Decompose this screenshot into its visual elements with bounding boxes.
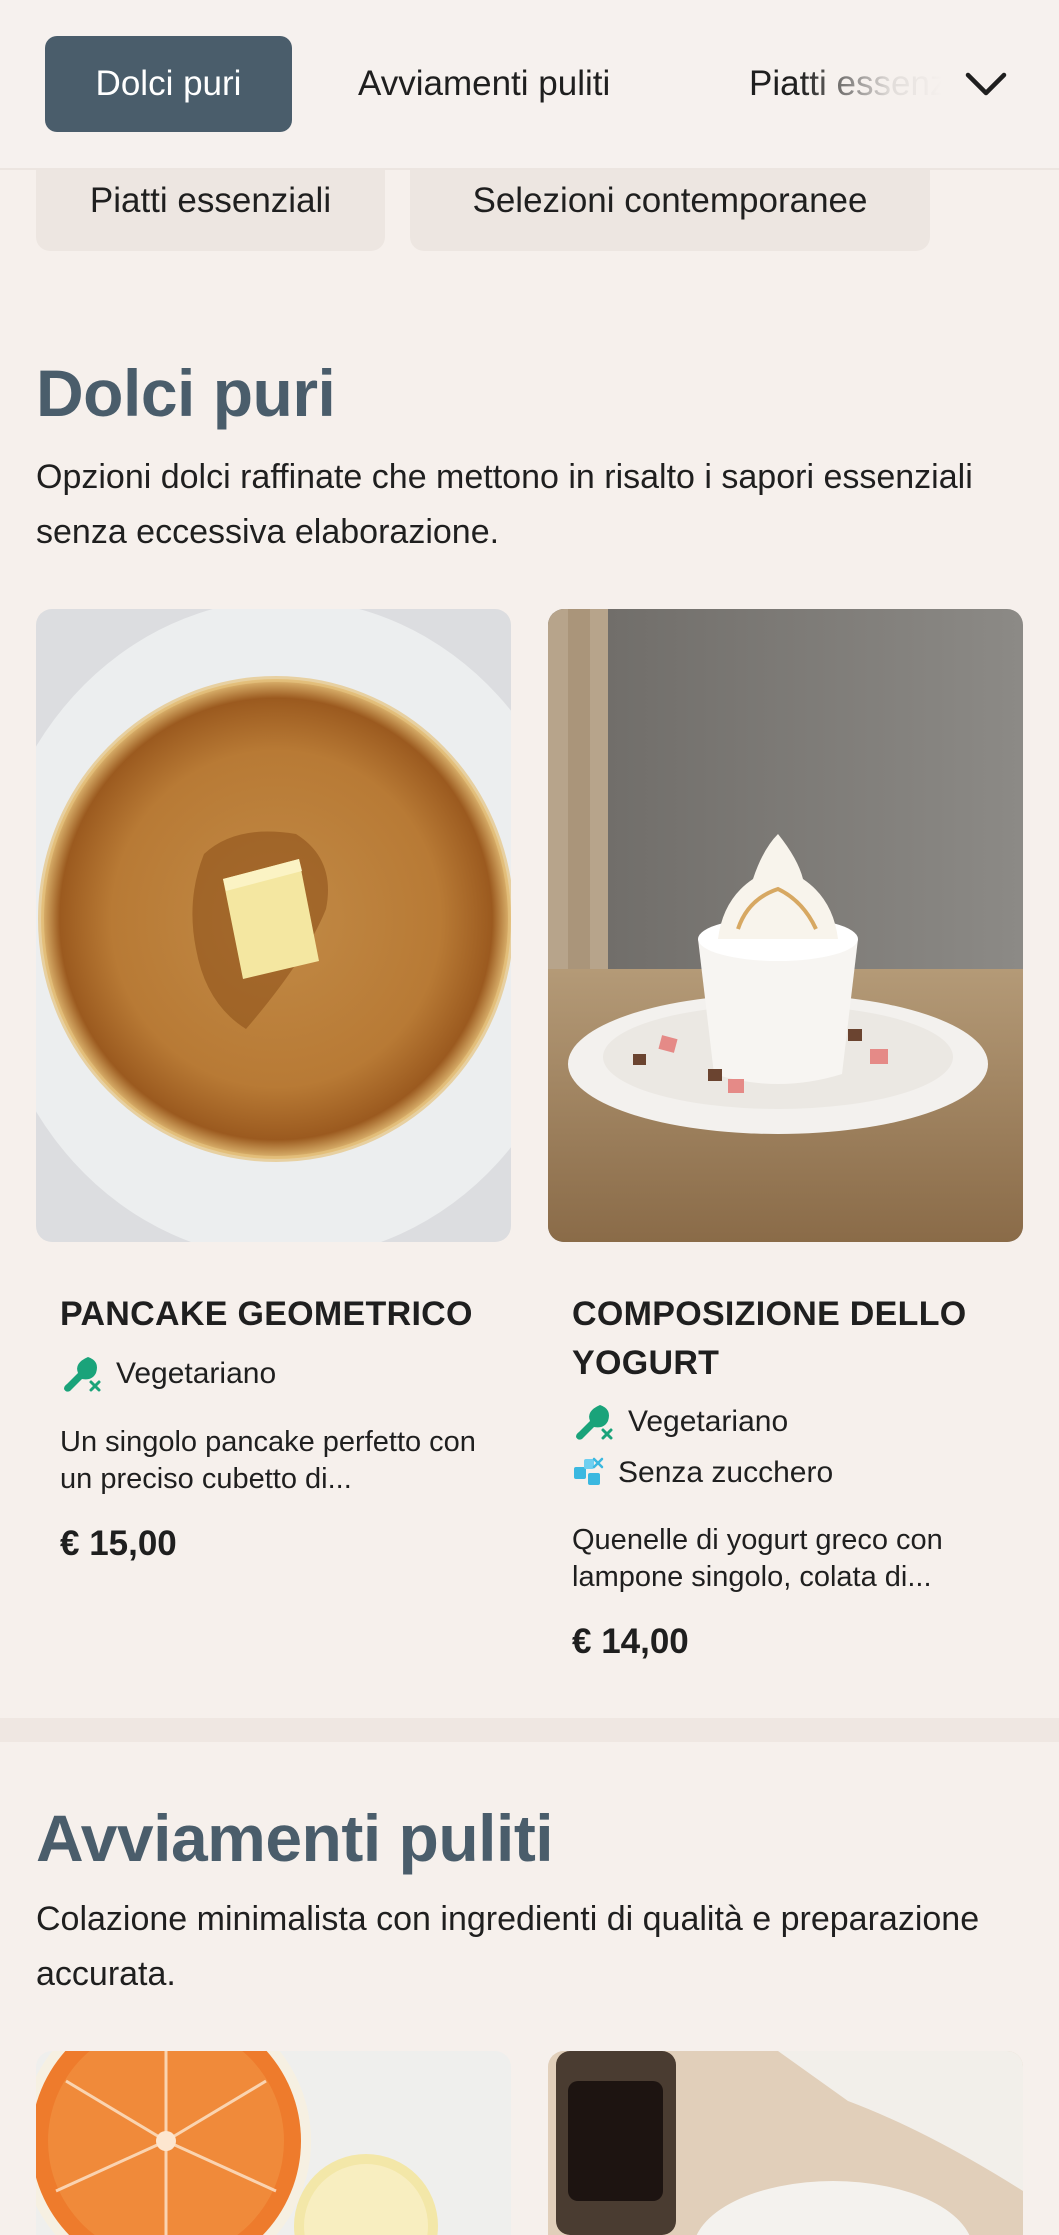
product-name: PANCAKE GEOMETRICO (60, 1295, 473, 1333)
citrus-photo[interactable] (36, 2051, 511, 2235)
tab-avviamenti-puliti[interactable]: Avviamenti puliti (358, 36, 610, 132)
no-meat-icon (572, 1401, 614, 1443)
product-description: Un singolo pancake perfetto con un preci… (60, 1426, 476, 1495)
tag-label: Senza zucchero (618, 1456, 834, 1489)
section-divider (0, 1718, 1059, 1742)
section-description: Colazione minimalista con ingredienti di… (36, 1900, 980, 1993)
category-nav: Dolci puri Avviamenti puliti Piatti esse… (0, 0, 1059, 170)
section-description: Opzioni dolci raffinate che mettono in r… (36, 458, 973, 551)
tag-vegetariano: Vegetariano (572, 1400, 788, 1444)
coffee-photo[interactable] (548, 2051, 1023, 2235)
tag-label: Vegetariano (628, 1405, 789, 1438)
nav-fade-overlay (800, 0, 1059, 168)
no-meat-icon (60, 1353, 102, 1395)
tag-senza-zucchero: Senza zucchero (572, 1451, 833, 1495)
chevron-down-icon[interactable] (958, 56, 1014, 112)
yogurt-photo[interactable] (548, 609, 1023, 1242)
pancake-photo[interactable] (36, 609, 511, 1242)
product-price: € 15,00 (60, 1524, 177, 1563)
section-title: Avviamenti puliti (36, 1801, 554, 1875)
product-description: Quenelle di yogurt greco con lampone sin… (572, 1524, 943, 1593)
no-sugar-icon (572, 1452, 604, 1494)
section-title: Dolci puri (36, 356, 336, 430)
product-name: COMPOSIZIONE DELLO YOGURT (572, 1295, 967, 1382)
tag-label: Vegetariano (116, 1357, 277, 1390)
product-price: € 14,00 (572, 1622, 689, 1661)
tag-vegetariano: Vegetariano (60, 1352, 276, 1396)
tab-dolci-puri[interactable]: Dolci puri (45, 36, 292, 132)
